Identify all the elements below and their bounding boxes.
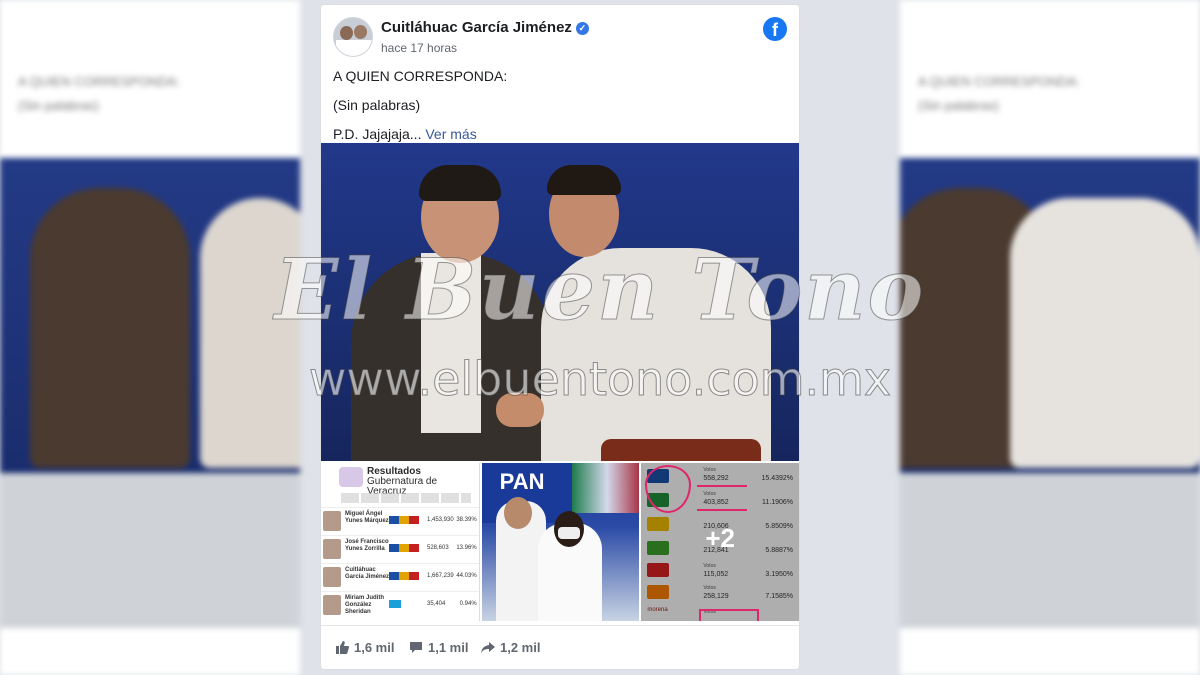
face-mask	[557, 527, 580, 539]
blur-line-2: (Sin palabras)	[918, 98, 999, 113]
shares-value: 1,2 mil	[500, 640, 541, 655]
blur-header	[0, 0, 300, 62]
underline-annotation	[697, 509, 748, 511]
thumbnail-results[interactable]: Resultados Gubernatura de Veracruz Migue…	[321, 463, 480, 621]
left-man-hair	[419, 165, 501, 201]
verified-badge-icon: ✓	[575, 22, 589, 35]
candidate-photo	[323, 511, 341, 531]
blur-line-2: (Sin palabras)	[18, 98, 99, 113]
blur-photo	[900, 158, 1200, 473]
blur-thumbnails	[0, 473, 300, 628]
post-footer: 1,6 mil 1,1 mil 1,2 mil	[321, 625, 799, 669]
party-logos	[389, 544, 419, 552]
post-line-3: P.D. Jajajaja... Ver más	[333, 125, 787, 143]
facebook-logo-icon: f	[763, 17, 787, 41]
like-icon	[336, 641, 349, 654]
author-avatar[interactable]	[333, 17, 373, 57]
candidate-votes: 35,404	[427, 601, 446, 607]
comment-icon	[410, 642, 422, 653]
handshake	[496, 393, 544, 427]
candidate-name: Cuitláhuac García Jiménez	[345, 567, 390, 580]
candidate-votes: 1,453,930	[427, 517, 454, 523]
left-man-shirt	[421, 253, 481, 433]
candidate-name: Miriam Judith González Sheridan	[345, 595, 385, 615]
background-right-blur: A QUIEN CORRESPONDA: (Sin palabras)	[900, 0, 1200, 675]
author-name-line[interactable]: Cuitláhuac García Jiménez ✓	[381, 19, 589, 36]
candidate-pct: 0.94%	[459, 601, 477, 607]
flag	[571, 463, 640, 513]
more-photos-count[interactable]: +2	[641, 523, 799, 554]
blur-photo	[0, 158, 300, 473]
see-more-link[interactable]: Ver más	[425, 126, 476, 142]
candidate-name: Miguel Ángel Yunes Márquez	[345, 511, 389, 524]
party-logos	[389, 516, 419, 524]
party-logos	[389, 572, 419, 580]
candidate-photo	[323, 567, 341, 587]
underline-annotation	[697, 485, 748, 487]
blur-text: A QUIEN CORRESPONDA: (Sin palabras)	[900, 62, 1200, 158]
results-row: Cuitláhuac García Jiménez 1,667,239 44.0…	[321, 563, 479, 590]
box-annotation	[699, 609, 760, 621]
results-logo	[339, 467, 363, 487]
candidate-pct: 38.39%	[456, 517, 477, 523]
results-note	[341, 493, 471, 503]
likes-count[interactable]: 1,6 mil	[335, 640, 394, 655]
candidate-votes: 1,667,239	[427, 573, 454, 579]
post-header: Cuitláhuac García Jiménez ✓ hace 17 horas…	[333, 17, 787, 61]
results-row: Miriam Judith González Sheridan 35,404 0…	[321, 591, 479, 618]
post-line-3-text: P.D. Jajajaja...	[333, 126, 422, 142]
results-row: José Francisco Yunes Zorrilla 528,603 13…	[321, 535, 479, 562]
facebook-post-card: Cuitláhuac García Jiménez ✓ hace 17 horas…	[320, 4, 800, 670]
right-man-hair	[547, 165, 621, 195]
thumbnail-rally-photo[interactable]: PAN	[481, 463, 640, 621]
post-timestamp[interactable]: hace 17 horas	[381, 41, 457, 55]
blur-line-1: A QUIEN CORRESPONDA:	[918, 74, 1080, 89]
thumbnail-votes-table[interactable]: morena Votos 558,292 15.4392% Votos 403,…	[641, 463, 799, 621]
comments-value: 1,1 mil	[428, 640, 469, 655]
blur-header	[900, 0, 1200, 62]
author-name[interactable]: Cuitláhuac García Jiménez	[381, 19, 572, 36]
photo-thumbnails: Resultados Gubernatura de Veracruz Migue…	[321, 463, 799, 621]
main-photo[interactable]	[321, 143, 799, 461]
blur-footer	[900, 628, 1200, 675]
comments-count[interactable]: 1,1 mil	[409, 640, 468, 655]
candidate-photo	[323, 539, 341, 559]
post-text: A QUIEN CORRESPONDA: (Sin palabras) P.D.…	[333, 67, 787, 154]
shares-count[interactable]: 1,2 mil	[481, 640, 540, 655]
person-left-head	[503, 497, 532, 529]
blur-line-1: A QUIEN CORRESPONDA:	[18, 74, 180, 89]
chair-back	[601, 439, 761, 461]
blur-thumbnails	[900, 473, 1200, 628]
party-logos	[389, 600, 401, 608]
candidate-pct: 44.03%	[456, 573, 477, 579]
results-row: Miguel Ángel Yunes Márquez 1,453,930 38.…	[321, 507, 479, 534]
candidate-name: José Francisco Yunes Zorrilla	[345, 539, 389, 552]
blur-text: A QUIEN CORRESPONDA: (Sin palabras)	[0, 62, 300, 158]
candidate-photo	[323, 595, 341, 615]
candidate-pct: 13.96%	[456, 545, 477, 551]
share-icon	[481, 642, 495, 653]
post-line-2: (Sin palabras)	[333, 97, 421, 113]
background-left-blur: A QUIEN CORRESPONDA: (Sin palabras)	[0, 0, 300, 675]
candidate-votes: 528,603	[427, 545, 449, 551]
likes-value: 1,6 mil	[354, 640, 395, 655]
blur-footer	[0, 628, 300, 675]
right-man-shirt	[541, 248, 771, 461]
post-line-1: A QUIEN CORRESPONDA:	[333, 68, 508, 84]
